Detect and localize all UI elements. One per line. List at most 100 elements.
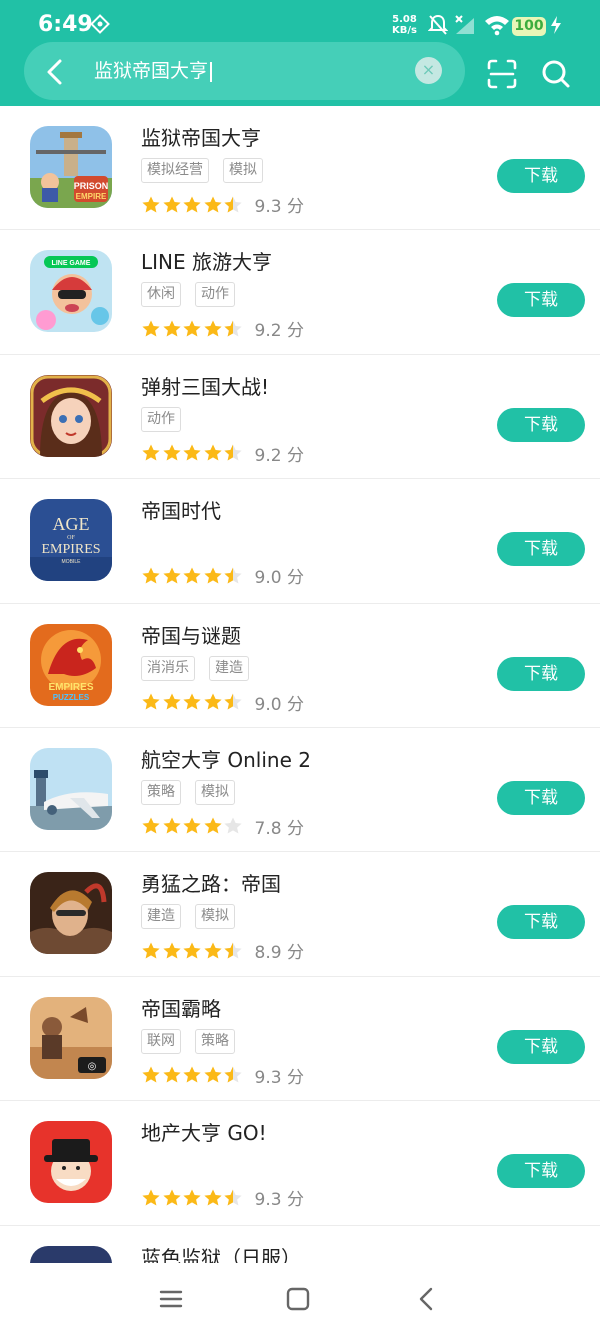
search-results-list[interactable]: PRISON EMPIRE 监狱帝国大亨 模拟经营 模拟 9.3 分 下载 LINE… <box>0 106 600 1263</box>
app-row[interactable]: 勇猛之路：帝国 建造 模拟 8.9 分 下载 <box>0 852 600 977</box>
star-rating-icon <box>141 692 244 711</box>
app-icon[interactable]: PRISON EMPIRE <box>30 126 112 208</box>
app-name[interactable]: 弹射三国大战! <box>141 371 269 400</box>
app-name[interactable]: 航空大亨 Online 2 <box>141 744 311 773</box>
app-icon[interactable] <box>30 1245 112 1263</box>
app-tag: 策略 <box>195 1028 235 1054</box>
app-row[interactable]: 航空大亨 Online 2 策略 模拟 7.8 分 下载 <box>0 728 600 853</box>
clear-icon[interactable]: × <box>415 57 442 84</box>
search-query-text: 监狱帝国大亨 <box>94 60 209 82</box>
app-score: 9.2 分 <box>254 445 304 466</box>
svg-text:PRISON: PRISON <box>74 181 109 191</box>
svg-text:◎: ◎ <box>88 1061 97 1072</box>
app-icon[interactable] <box>30 872 112 955</box>
wifi-icon <box>484 14 510 40</box>
app-row[interactable]: PRISON EMPIRE 监狱帝国大亨 模拟经营 模拟 9.3 分 下载 <box>0 106 600 231</box>
download-button[interactable]: 下载 <box>497 407 585 442</box>
app-name[interactable]: 监狱帝国大亨 <box>141 122 261 151</box>
app-icon[interactable]: ◎ <box>30 996 112 1079</box>
app-tag: 模拟 <box>195 779 235 805</box>
network-speed-unit: KB/s <box>392 25 417 36</box>
app-row[interactable]: 蓝色监狱（日服） 下载 <box>0 1226 600 1263</box>
search-input[interactable]: 监狱帝国大亨 <box>94 58 213 84</box>
search-icon[interactable] <box>539 57 573 91</box>
app-name[interactable]: 帝国时代 <box>141 495 221 524</box>
svg-text:EMPIRES: EMPIRES <box>48 682 93 693</box>
app-tag: 休闲 <box>141 282 181 308</box>
app-tags: 休闲 动作 <box>141 282 249 308</box>
download-button[interactable]: 下载 <box>497 283 585 318</box>
app-tag: 建造 <box>141 904 181 930</box>
app-name[interactable]: 帝国霸略 <box>141 993 221 1022</box>
app-row[interactable]: ◎ 帝国霸略 联网 策略 9.3 分 下载 <box>0 977 600 1102</box>
app-tag: 策略 <box>141 779 181 805</box>
app-rating: 7.8 分 <box>141 814 304 839</box>
charging-icon <box>549 14 563 40</box>
app-icon[interactable]: AGE OF EMPIRES MOBILE <box>30 499 112 582</box>
app-tag: 消消乐 <box>141 655 195 681</box>
download-button[interactable]: 下载 <box>497 656 585 691</box>
app-row[interactable]: 弹射三国大战! 动作 9.2 分 下载 <box>0 355 600 480</box>
app-icon[interactable]: EMPIRES PUZZLES <box>30 623 112 706</box>
star-rating-icon <box>141 816 244 835</box>
app-name[interactable]: 勇猛之路：帝国 <box>141 868 281 897</box>
app-name[interactable]: 地产大亨 GO! <box>141 1117 267 1146</box>
app-tag: 动作 <box>141 406 181 432</box>
home-icon[interactable] <box>284 1285 312 1313</box>
app-tags: 建造 模拟 <box>141 904 249 930</box>
app-score: 8.9 分 <box>254 943 304 964</box>
app-icon[interactable] <box>30 1121 112 1204</box>
download-button[interactable]: 下载 <box>497 532 585 567</box>
app-name[interactable]: 帝国与谜题 <box>141 620 241 649</box>
star-rating-icon <box>141 1187 244 1206</box>
app-icon[interactable]: LINE GAME <box>30 250 112 333</box>
app-row[interactable]: AGE OF EMPIRES MOBILE 帝国时代 9.0 分 下载 <box>0 479 600 604</box>
app-tags: 策略 模拟 <box>141 779 249 805</box>
app-icon[interactable] <box>30 374 112 457</box>
app-tag: 动作 <box>195 282 235 308</box>
app-score: 9.3 分 <box>254 197 304 217</box>
text-cursor <box>210 61 213 82</box>
no-signal-icon <box>454 14 478 40</box>
system-nav-bar <box>0 1263 600 1333</box>
app-tags: 动作 <box>141 406 195 432</box>
download-button[interactable]: 下载 <box>497 780 585 815</box>
app-tag: 模拟 <box>195 904 235 930</box>
download-button[interactable]: 下载 <box>497 905 585 940</box>
app-row[interactable]: 地产大亨 GO! 9.3 分 下载 <box>0 1101 600 1226</box>
vpn-icon <box>90 14 110 38</box>
back-icon[interactable] <box>413 1285 441 1313</box>
svg-text:EMPIRES: EMPIRES <box>41 542 100 557</box>
app-tag: 建造 <box>209 655 249 681</box>
scan-icon[interactable] <box>485 57 519 91</box>
app-score: 9.3 分 <box>254 1067 304 1088</box>
app-rating: 9.0 分 <box>141 563 304 588</box>
back-arrow-icon[interactable] <box>38 55 72 89</box>
app-rating: 9.3 分 <box>141 1063 304 1088</box>
search-bar[interactable] <box>24 42 465 100</box>
app-row[interactable]: LINE GAME LINE 旅游大亨 休闲 动作 9.2 分 下载 <box>0 230 600 355</box>
star-rating-icon <box>141 318 244 337</box>
app-icon[interactable] <box>30 747 112 830</box>
app-row[interactable]: EMPIRES PUZZLES 帝国与谜题 消消乐 建造 9.0 分 下载 <box>0 604 600 728</box>
app-score: 9.0 分 <box>254 568 304 589</box>
svg-text:OF: OF <box>67 535 75 541</box>
app-rating: 9.0 分 <box>141 690 304 715</box>
download-button[interactable]: 下载 <box>497 1154 585 1189</box>
star-rating-icon <box>141 565 244 584</box>
app-name[interactable]: 蓝色监狱（日服） <box>141 1242 301 1263</box>
menu-icon[interactable] <box>157 1285 185 1313</box>
app-name[interactable]: LINE 旅游大亨 <box>141 246 272 275</box>
app-rating: 8.9 分 <box>141 938 304 963</box>
download-button[interactable]: 下载 <box>497 159 585 193</box>
app-tags: 模拟经营 模拟 <box>141 158 277 183</box>
status-time: 6:49 <box>38 12 93 37</box>
app-tags: 消消乐 建造 <box>141 655 263 681</box>
mute-icon <box>427 14 449 40</box>
app-header: 6:49 5.08 KB/s 100 监狱帝国大亨 × <box>0 0 600 106</box>
download-button[interactable]: 下载 <box>497 1029 585 1064</box>
app-tags: 联网 策略 <box>141 1028 249 1054</box>
network-speed-value: 5.08 <box>392 14 417 25</box>
app-rating: 9.3 分 <box>141 192 304 217</box>
app-tag: 模拟经营 <box>141 158 209 183</box>
